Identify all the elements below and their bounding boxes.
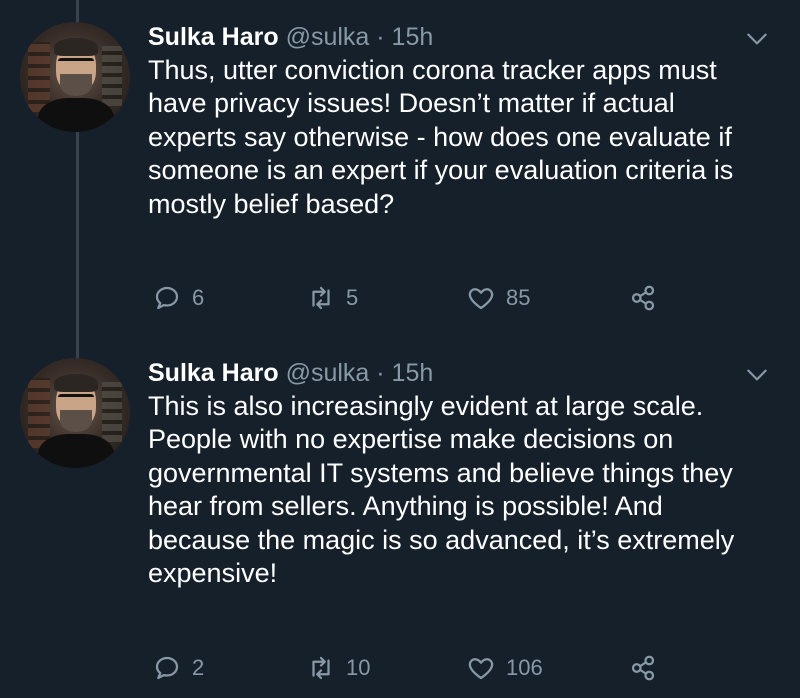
retweet-icon — [312, 656, 330, 680]
reply-icon — [155, 286, 179, 310]
retweet-icon — [312, 286, 330, 310]
like-button[interactable]: 85 — [466, 280, 530, 316]
retweet-count: 5 — [346, 285, 359, 310]
header-separator: · — [376, 23, 385, 51]
author-name[interactable]: Sulka Haro — [148, 23, 279, 51]
author-handle[interactable]: @sulka — [286, 23, 370, 51]
tweet-actions: 2 10 106 — [148, 650, 708, 686]
tweet-text: This is also increasingly evident at lar… — [148, 391, 735, 589]
tweet-text: Thus, utter conviction corona tracker ap… — [148, 55, 734, 219]
avatar[interactable] — [20, 22, 130, 132]
reply-button[interactable]: 6 — [152, 280, 204, 316]
thread-line-connector — [76, 132, 79, 364]
like-button[interactable]: 106 — [466, 650, 543, 686]
chevron-down-icon[interactable] — [744, 362, 770, 388]
reply-icon — [155, 656, 179, 680]
reply-count: 6 — [192, 285, 205, 310]
header-separator: · — [376, 359, 385, 387]
share-icon — [631, 285, 655, 311]
share-button[interactable] — [628, 650, 658, 686]
reply-button[interactable]: 2 — [152, 650, 204, 686]
heart-icon — [468, 658, 494, 680]
like-count: 85 — [506, 285, 531, 310]
share-icon — [631, 655, 655, 681]
author-name[interactable]: Sulka Haro — [148, 359, 279, 387]
chevron-down-icon[interactable] — [744, 26, 770, 52]
tweet-timestamp[interactable]: 15h — [392, 359, 434, 387]
tweet-content: Sulka Haro @sulka · 15h Thus, utter conv… — [148, 20, 768, 221]
retweet-count: 10 — [346, 655, 371, 680]
tweet-timestamp[interactable]: 15h — [392, 23, 434, 51]
like-count: 106 — [506, 655, 543, 680]
tweet-content: Sulka Haro @sulka · 15h This is also inc… — [148, 356, 768, 590]
author-handle[interactable]: @sulka — [286, 359, 370, 387]
avatar[interactable] — [20, 358, 130, 468]
tweet-header: Sulka Haro @sulka · 15h — [148, 20, 768, 54]
heart-icon — [468, 288, 494, 310]
tweet-header: Sulka Haro @sulka · 15h — [148, 356, 768, 390]
share-button[interactable] — [628, 280, 658, 316]
retweet-button[interactable]: 5 — [306, 280, 358, 316]
tweet-actions: 6 5 85 — [148, 280, 708, 316]
retweet-button[interactable]: 10 — [306, 650, 370, 686]
reply-count: 2 — [192, 655, 205, 680]
